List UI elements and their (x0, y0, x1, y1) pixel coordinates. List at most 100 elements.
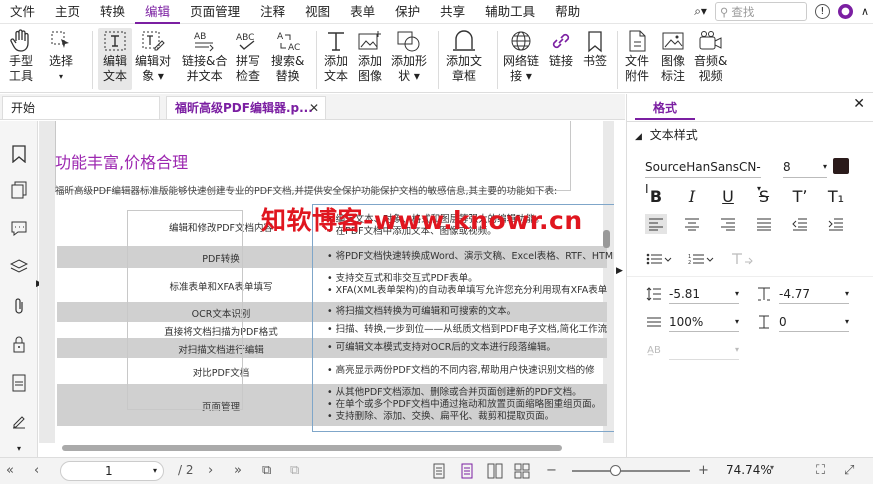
hand-tool-button[interactable]: 手型 工具 (8, 28, 34, 84)
vertical-scrollbar[interactable] (603, 230, 610, 248)
add-shape-button[interactable]: 添加形 状 ▾ (391, 28, 427, 84)
subscript-icon[interactable]: T₁ (825, 186, 847, 206)
signature-icon[interactable] (10, 412, 28, 430)
tab-document[interactable]: 福昕高级PDF编辑器.p... ✕ (166, 96, 326, 119)
menu-item[interactable]: 主页 (45, 0, 90, 24)
superscript-icon[interactable]: Tʼ (789, 186, 811, 206)
menu-item[interactable]: 编辑 (135, 0, 181, 24)
close-panel-icon[interactable]: ✕ (853, 96, 865, 112)
menu-item[interactable]: 注释 (250, 0, 295, 24)
edit-text-button[interactable]: 编辑 文本 (98, 28, 132, 90)
attachment-icon[interactable] (10, 297, 28, 315)
web-link-button[interactable]: 网络链 接 ▾ (503, 28, 539, 84)
previous-page-icon[interactable]: ‹ (34, 463, 39, 478)
search-mode-icon[interactable]: ⌕▾ (694, 4, 707, 19)
add-image-button[interactable]: 添加 图像 (357, 28, 383, 84)
add-text-seal-button[interactable]: 添加文 章框 (446, 28, 482, 84)
horizontal-scrollbar[interactable] (62, 445, 562, 451)
text-style-section[interactable]: ◢ 文本样式 (635, 126, 698, 143)
italic-icon[interactable]: I (681, 186, 703, 206)
sidebar-more-icon[interactable]: ▾ (10, 439, 28, 457)
menu-item[interactable]: 视图 (295, 0, 340, 24)
menu-item[interactable]: 共享 (430, 0, 475, 24)
audio-video-button[interactable]: 音频& 视频 (694, 28, 727, 84)
menu-item[interactable]: 页面管理 (180, 0, 250, 24)
fit-page-icon[interactable]: ⛶ (816, 463, 825, 478)
menu-item[interactable]: 表单 (340, 0, 385, 24)
total-pages: / 2 (178, 463, 194, 477)
document-paragraph[interactable]: 福昕高级PDF编辑器标准版能够快速创建专业的PDF文档,并提供安全保护功能保护文… (55, 183, 557, 197)
tab-start[interactable]: 开始 (2, 96, 160, 119)
menu-item[interactable]: 文件 (0, 0, 45, 24)
facing-page-icon[interactable] (487, 463, 503, 483)
font-size-select[interactable]: 8 ▾ (783, 156, 827, 178)
document-viewport[interactable]: 功能丰富,价格合理 福昕高级PDF编辑器标准版能够快速创建专业的PDF文档,并提… (39, 121, 614, 443)
search-replace-button[interactable]: A AC 搜索& 替换 (271, 28, 304, 84)
layers-icon[interactable] (10, 258, 28, 276)
rotate-view-icon[interactable]: ⧉ (262, 463, 271, 478)
zoom-dropdown-icon[interactable]: ▾ (770, 463, 774, 472)
zoom-slider-handle[interactable] (610, 465, 621, 476)
justify-icon[interactable] (753, 214, 775, 234)
bold-icon[interactable]: B (645, 186, 667, 206)
align-left-icon[interactable] (645, 214, 667, 234)
decrease-indent-icon[interactable] (789, 214, 811, 234)
align-right-icon[interactable] (717, 214, 739, 234)
split-view-icon[interactable]: ⧉ (290, 463, 299, 478)
select-button[interactable]: 选择 ▾ (48, 28, 74, 84)
collapse-ribbon-icon[interactable]: ∧ (861, 5, 869, 18)
strikethrough-icon[interactable]: S (753, 186, 775, 206)
underline-icon[interactable]: U (717, 186, 739, 206)
bookmark-panel-icon[interactable] (10, 145, 28, 163)
zoom-out-icon[interactable]: − (546, 463, 557, 478)
search-input[interactable]: ⚲ 查找 (714, 2, 807, 21)
page-number-input[interactable]: 1 ▾ (60, 461, 164, 481)
single-page-icon[interactable] (432, 463, 446, 483)
pdf-page[interactable]: 功能丰富,价格合理 福昕高级PDF编辑器标准版能够快速创建专业的PDF文档,并提… (55, 121, 614, 443)
numbered-list-icon[interactable]: 12 (687, 249, 715, 269)
menu-item[interactable]: 转换 (90, 0, 135, 24)
line-spacing-input[interactable]: -5.81 ▾ (669, 284, 739, 304)
spell-check-button[interactable]: ABC 拼写 检查 (235, 28, 261, 84)
zoom-slider[interactable] (572, 470, 690, 472)
file-attachment-button[interactable]: 文件 附件 (624, 28, 650, 84)
font-family-select[interactable]: SourceHanSansCN-I ▾ (645, 156, 761, 196)
char-spacing-input[interactable]: -4.77 ▾ (779, 284, 849, 304)
fullscreen-icon[interactable]: ⤢ (844, 463, 854, 478)
zoom-level[interactable]: 74.74% (726, 463, 772, 477)
zoom-in-icon[interactable]: + (698, 463, 709, 478)
continuous-facing-icon[interactable] (514, 463, 530, 483)
form-fields-icon[interactable] (10, 374, 28, 392)
lock-icon[interactable] (10, 335, 28, 353)
image-annotation-button[interactable]: 图像 标注 (660, 28, 686, 84)
continuous-page-icon[interactable] (460, 463, 474, 483)
menu-item[interactable]: 帮助 (545, 0, 590, 24)
align-center-icon[interactable] (681, 214, 703, 234)
menu-item[interactable]: 辅助工具 (475, 0, 545, 24)
edit-object-button[interactable]: 编辑对 象 ▾ (135, 28, 171, 84)
bullet-list-icon[interactable] (645, 249, 673, 269)
increase-indent-icon[interactable] (825, 214, 847, 234)
text-effect-icon[interactable] (729, 249, 757, 269)
next-page-icon[interactable]: › (208, 463, 213, 478)
link-button[interactable]: 链接 (548, 28, 574, 69)
text-direction-select[interactable]: ▾ (669, 340, 739, 360)
first-page-icon[interactable]: « (6, 463, 14, 478)
document-heading[interactable]: 功能丰富,价格合理 (55, 149, 188, 173)
comments-icon[interactable] (10, 219, 28, 237)
tab-format[interactable]: 格式 (635, 98, 695, 120)
link-merge-text-button[interactable]: AB 链接&合 并文本 (182, 28, 227, 84)
horizontal-scale-input[interactable]: 100% ▾ (669, 312, 739, 332)
font-color-swatch[interactable] (833, 158, 849, 174)
close-tab-icon[interactable]: ✕ (309, 97, 319, 119)
selected-text-frame[interactable] (312, 204, 614, 432)
thumbnails-icon[interactable] (10, 181, 28, 199)
last-page-icon[interactable]: » (234, 463, 242, 478)
baseline-offset-input[interactable]: 0 ▾ (779, 312, 849, 332)
notification-icon[interactable]: ! (814, 4, 830, 19)
collapse-right-panel-icon[interactable]: ▶ (616, 266, 623, 276)
user-icon[interactable]: ● (837, 4, 853, 19)
menu-item[interactable]: 保护 (385, 0, 430, 24)
add-text-button[interactable]: 添加 文本 (323, 28, 349, 84)
bookmark-button[interactable]: 书签 (582, 28, 608, 69)
